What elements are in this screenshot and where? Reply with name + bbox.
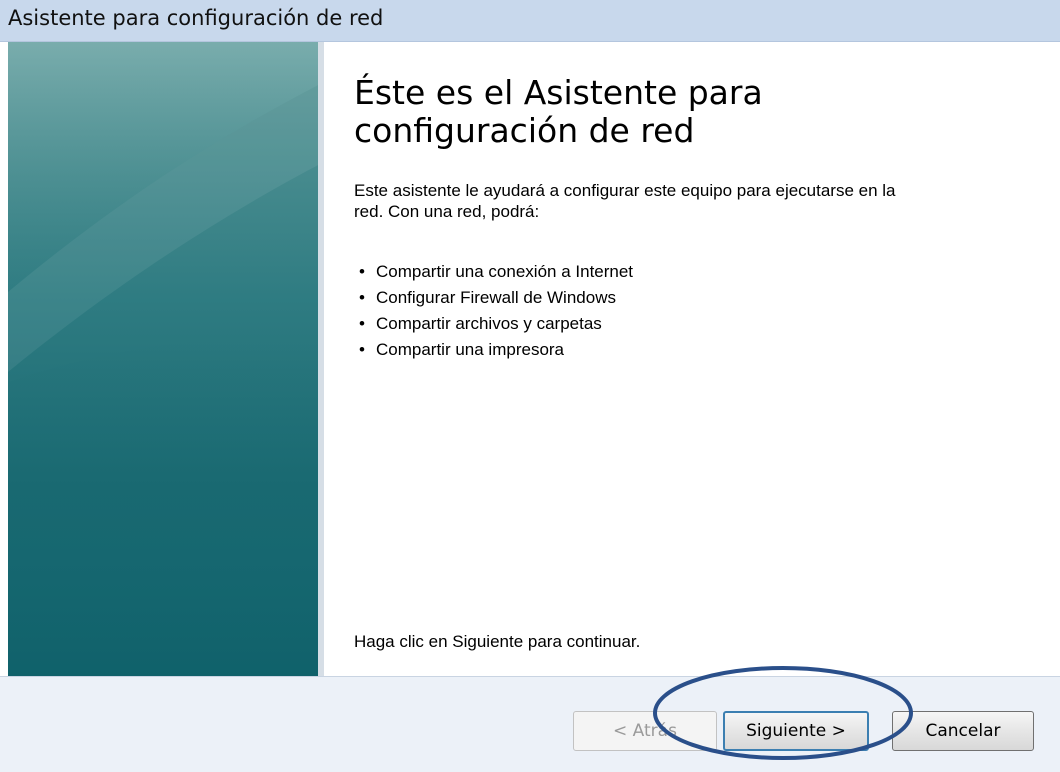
- banner-swoosh-graphic: [8, 42, 324, 676]
- feature-list: • Compartir una conexión a Internet • Conf…: [354, 259, 633, 363]
- cancel-button[interactable]: Cancelar: [892, 711, 1034, 751]
- window-title: Asistente para configuración de red: [8, 6, 384, 30]
- bullet-icon: •: [359, 314, 365, 333]
- wizard-window: Asistente para configuración de red Éste…: [0, 0, 1060, 772]
- wizard-content: Éste es el Asistente para configuración …: [324, 42, 1060, 676]
- intro-text: Este asistente le ayudará a configurar e…: [354, 181, 896, 221]
- page-title: Éste es el Asistente para configuración …: [354, 73, 763, 150]
- back-button[interactable]: < Atrás: [573, 711, 717, 751]
- bullet-icon: •: [359, 262, 365, 281]
- bullet-icon: •: [359, 340, 365, 359]
- next-button[interactable]: Siguiente >: [723, 711, 869, 751]
- bullet-icon: •: [359, 288, 365, 307]
- list-item: • Compartir una conexión a Internet: [354, 259, 633, 285]
- list-item: • Compartir una impresora: [354, 337, 633, 363]
- list-item: • Configurar Firewall de Windows: [354, 285, 633, 311]
- continue-instruction: Haga clic en Siguiente para continuar.: [354, 632, 641, 651]
- button-bar: < Atrás Siguiente > Cancelar: [0, 676, 1060, 772]
- title-bar[interactable]: Asistente para configuración de red: [0, 0, 1060, 42]
- list-item: • Compartir archivos y carpetas: [354, 311, 633, 337]
- wizard-side-banner: [8, 42, 324, 676]
